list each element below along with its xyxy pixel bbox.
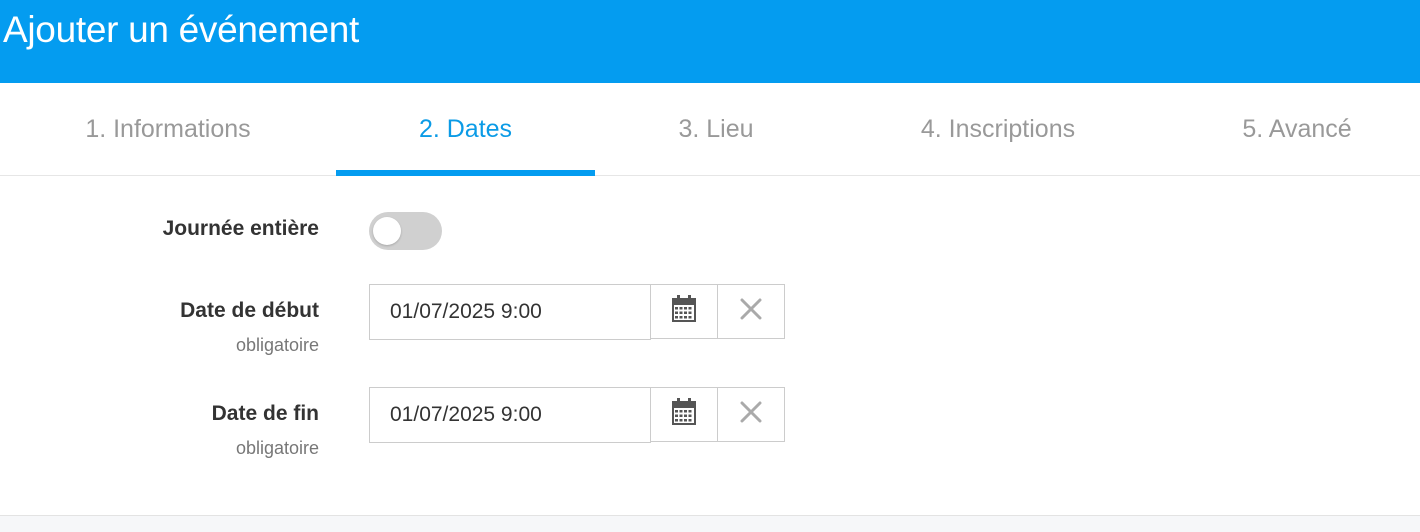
- end-date-clear-button[interactable]: [717, 387, 785, 442]
- start-date-input[interactable]: 01/07/2025 9:00: [369, 284, 651, 340]
- tab-dates[interactable]: 2. Dates: [336, 83, 595, 176]
- footer-bar: [0, 515, 1420, 532]
- active-tab-indicator: [336, 170, 595, 176]
- start-date-required-hint: obligatoire: [235, 335, 319, 355]
- page-header: Ajouter un événement: [0, 0, 1420, 83]
- calendar-icon: [671, 398, 697, 431]
- end-date-value: 01/07/2025 9:00: [390, 403, 542, 426]
- tab-avance[interactable]: 5. Avancé: [1159, 83, 1420, 175]
- end-date-label: Date de fin: [211, 402, 319, 425]
- start-date-clear-button[interactable]: [717, 284, 785, 339]
- tab-label: 4. Inscriptions: [920, 114, 1076, 143]
- tab-label: 3. Lieu: [678, 114, 754, 143]
- close-icon: [740, 298, 762, 325]
- toggle-knob: [373, 217, 401, 245]
- tab-inscriptions[interactable]: 4. Inscriptions: [837, 83, 1159, 175]
- wizard-tabs: 1. Informations 2. Dates 3. Lieu 4. Insc…: [0, 83, 1420, 176]
- tab-informations[interactable]: 1. Informations: [0, 83, 336, 175]
- tab-label: 5. Avancé: [1242, 114, 1352, 143]
- all-day-toggle[interactable]: [369, 212, 442, 250]
- start-date-label: Date de début: [180, 299, 319, 322]
- all-day-label: Journée entière: [162, 217, 319, 240]
- end-date-calendar-button[interactable]: [650, 387, 718, 442]
- end-date-required-hint: obligatoire: [235, 438, 319, 458]
- tab-label: 1. Informations: [85, 114, 251, 143]
- tab-lieu[interactable]: 3. Lieu: [595, 83, 837, 175]
- start-date-value: 01/07/2025 9:00: [390, 300, 542, 323]
- close-icon: [740, 401, 762, 428]
- calendar-icon: [671, 295, 697, 328]
- tab-label: 2. Dates: [418, 114, 513, 143]
- end-date-input[interactable]: 01/07/2025 9:00: [369, 387, 651, 443]
- page-title: Ajouter un événement: [3, 9, 360, 50]
- start-date-calendar-button[interactable]: [650, 284, 718, 339]
